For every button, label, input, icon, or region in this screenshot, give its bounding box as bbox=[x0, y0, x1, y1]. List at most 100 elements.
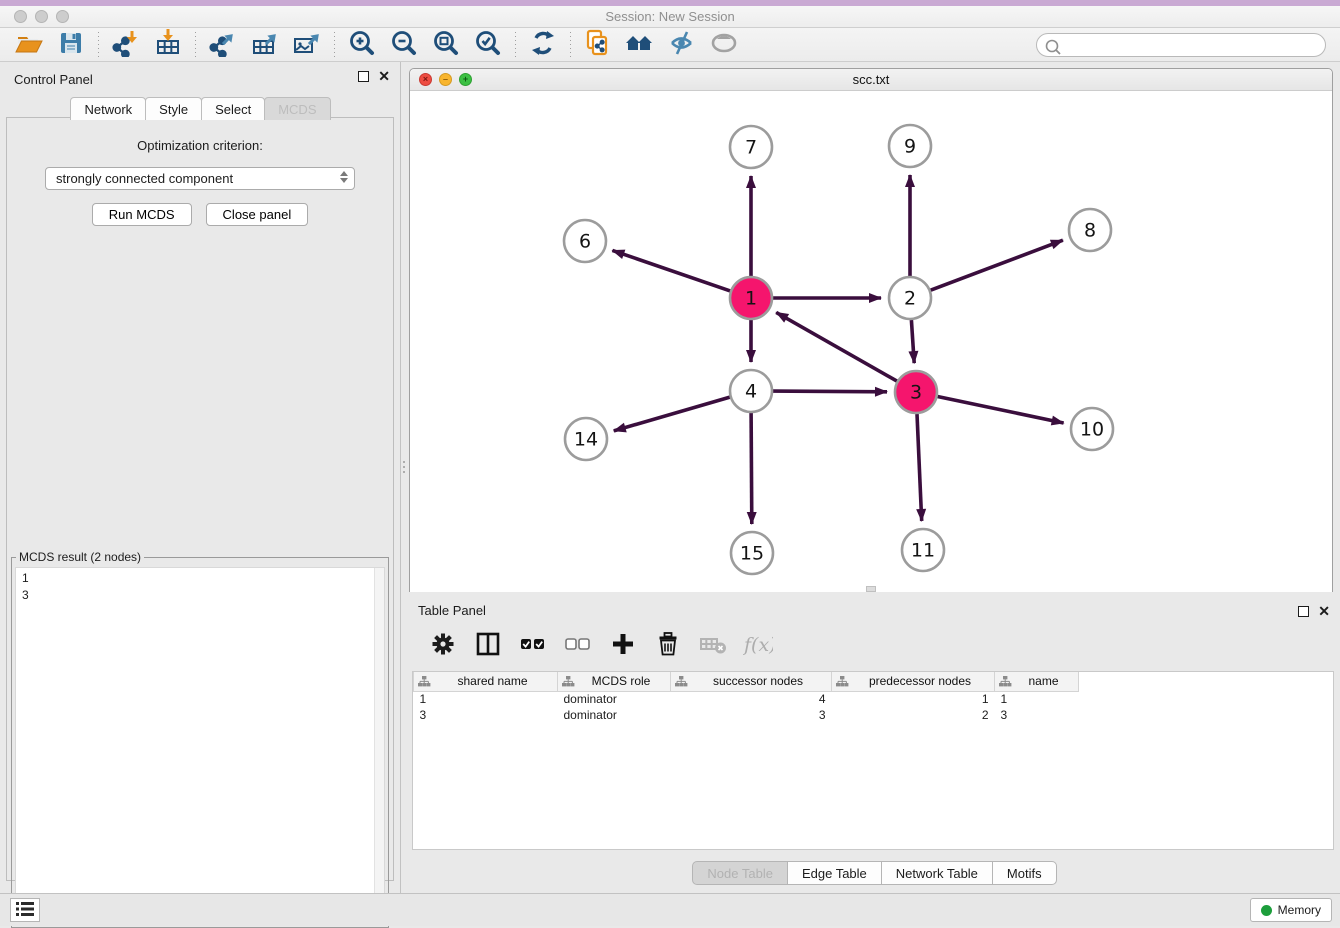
table-settings-icon bbox=[428, 630, 458, 661]
svg-text:15: 15 bbox=[740, 543, 764, 565]
tab-mcds[interactable]: MCDS bbox=[264, 97, 330, 120]
svg-text:3: 3 bbox=[910, 382, 922, 404]
hide-graphics-button[interactable] bbox=[661, 29, 703, 61]
node-7[interactable]: 7 bbox=[730, 126, 772, 168]
zoom-fit-button[interactable] bbox=[425, 29, 467, 61]
task-history-button[interactable] bbox=[10, 898, 40, 922]
network-view-window: × – + scc.txt 7 9 6 8 1 2 4 3 14 10 15 1… bbox=[409, 68, 1333, 592]
node-8[interactable]: 8 bbox=[1069, 209, 1111, 251]
node-3[interactable]: 3 bbox=[895, 371, 937, 413]
zoom-selected-button[interactable] bbox=[467, 29, 509, 61]
mcds-result-textarea[interactable]: 13 bbox=[15, 567, 385, 924]
node-6[interactable]: 6 bbox=[564, 220, 606, 262]
delete-column-button[interactable] bbox=[653, 630, 683, 661]
svg-text:8: 8 bbox=[1084, 220, 1096, 242]
node-2[interactable]: 2 bbox=[889, 277, 931, 319]
table-panel: Table Panel ✕ f(x) shared name MCDS role… bbox=[408, 597, 1340, 890]
edge-3-10[interactable] bbox=[938, 397, 1064, 424]
cell-MCDS-role: dominator bbox=[558, 707, 671, 723]
network-window-titlebar[interactable]: × – + scc.txt bbox=[410, 69, 1332, 91]
mcds-panel: Optimization criterion: strongly connect… bbox=[6, 117, 394, 881]
column-header-shared-name[interactable]: shared name bbox=[414, 672, 558, 691]
mcds-result-line: 3 bbox=[22, 587, 378, 604]
zoom-in-button[interactable] bbox=[341, 29, 383, 61]
network-title: scc.txt bbox=[410, 72, 1332, 87]
network-canvas[interactable]: 7 9 6 8 1 2 4 3 14 10 15 11 bbox=[410, 91, 1332, 592]
shared-column-icon bbox=[999, 676, 1012, 690]
cell-shared-name: 3 bbox=[414, 707, 558, 723]
column-header-successor-nodes[interactable]: successor nodes bbox=[671, 672, 832, 691]
column-header-MCDS-role[interactable]: MCDS role bbox=[558, 672, 671, 691]
node-9[interactable]: 9 bbox=[889, 125, 931, 167]
criterion-value: strongly connected component bbox=[56, 171, 233, 186]
edge-2-3[interactable] bbox=[911, 320, 914, 363]
refresh-layout-button[interactable] bbox=[522, 29, 564, 61]
app-title: Session: New Session bbox=[0, 9, 1340, 24]
node-15[interactable]: 15 bbox=[731, 532, 773, 574]
export-image-button[interactable] bbox=[286, 29, 328, 61]
zoom-out-button[interactable] bbox=[383, 29, 425, 61]
edge-2-8[interactable] bbox=[931, 240, 1063, 290]
select-all-rows-button[interactable] bbox=[518, 630, 548, 661]
network-files-button[interactable] bbox=[577, 29, 619, 61]
tab-network[interactable]: Network bbox=[70, 97, 146, 120]
export-table-button[interactable] bbox=[244, 29, 286, 61]
search-input[interactable] bbox=[1036, 33, 1326, 57]
float-table-panel-icon[interactable] bbox=[1298, 606, 1309, 617]
add-column-button[interactable] bbox=[608, 630, 638, 661]
svg-text:9: 9 bbox=[904, 136, 916, 158]
float-panel-icon[interactable] bbox=[358, 71, 369, 82]
criterion-select[interactable]: strongly connected component bbox=[45, 167, 355, 190]
close-panel-button[interactable]: Close panel bbox=[206, 203, 309, 226]
delete-table-button bbox=[698, 630, 728, 661]
delete-table-icon bbox=[698, 630, 728, 661]
open-session-button[interactable] bbox=[8, 29, 50, 61]
splitter-handle-icon bbox=[403, 458, 405, 476]
edge-1-6[interactable] bbox=[612, 250, 730, 291]
column-header-name[interactable]: name bbox=[995, 672, 1079, 691]
node-4[interactable]: 4 bbox=[730, 370, 772, 412]
tab-network-table[interactable]: Network Table bbox=[881, 861, 993, 885]
node-1[interactable]: 1 bbox=[730, 277, 772, 319]
edge-4-14[interactable] bbox=[614, 397, 730, 431]
edge-4-15[interactable] bbox=[751, 413, 752, 524]
resize-grip[interactable] bbox=[866, 586, 876, 592]
import-network-button[interactable] bbox=[105, 29, 147, 61]
table-settings-button[interactable] bbox=[428, 630, 458, 661]
tab-select[interactable]: Select bbox=[201, 97, 265, 120]
node-10[interactable]: 10 bbox=[1071, 408, 1113, 450]
function-builder-button: f(x) bbox=[743, 630, 773, 661]
status-bar: Memory bbox=[0, 893, 1340, 926]
cell-MCDS-role: dominator bbox=[558, 691, 671, 707]
svg-text:10: 10 bbox=[1080, 419, 1104, 441]
table-row[interactable]: 3dominator323 bbox=[414, 707, 1079, 723]
node-14[interactable]: 14 bbox=[565, 418, 607, 460]
split-view-button[interactable] bbox=[473, 630, 503, 661]
node-11[interactable]: 11 bbox=[902, 529, 944, 571]
import-table-button[interactable] bbox=[147, 29, 189, 61]
tab-node-table[interactable]: Node Table bbox=[692, 861, 788, 885]
tab-motifs[interactable]: Motifs bbox=[992, 861, 1057, 885]
run-mcds-button[interactable]: Run MCDS bbox=[92, 203, 192, 226]
panel-splitter[interactable] bbox=[401, 62, 408, 893]
tab-style[interactable]: Style bbox=[145, 97, 202, 120]
edge-3-1[interactable] bbox=[776, 312, 897, 381]
svg-text:14: 14 bbox=[574, 429, 598, 451]
home-gallery-button[interactable] bbox=[619, 29, 661, 61]
column-header-predecessor-nodes[interactable]: predecessor nodes bbox=[832, 672, 995, 691]
memory-button[interactable]: Memory bbox=[1250, 898, 1332, 922]
tab-edge-table[interactable]: Edge Table bbox=[787, 861, 882, 885]
split-view-icon bbox=[473, 630, 503, 661]
table-row[interactable]: 1dominator411 bbox=[414, 691, 1079, 707]
close-table-panel-icon[interactable]: ✕ bbox=[1318, 606, 1330, 617]
close-panel-icon[interactable]: ✕ bbox=[378, 71, 390, 82]
node-table: shared name MCDS role successor nodes pr… bbox=[412, 671, 1334, 850]
export-network-button[interactable] bbox=[202, 29, 244, 61]
optimization-criterion-label: Optimization criterion: bbox=[7, 138, 393, 153]
edge-3-11[interactable] bbox=[917, 414, 922, 521]
save-session-button[interactable] bbox=[50, 29, 92, 61]
edge-4-3[interactable] bbox=[773, 391, 887, 392]
mcds-result-legend: MCDS result (2 nodes) bbox=[16, 550, 144, 564]
deselect-all-rows-button[interactable] bbox=[563, 630, 593, 661]
scrollbar[interactable] bbox=[374, 568, 384, 923]
